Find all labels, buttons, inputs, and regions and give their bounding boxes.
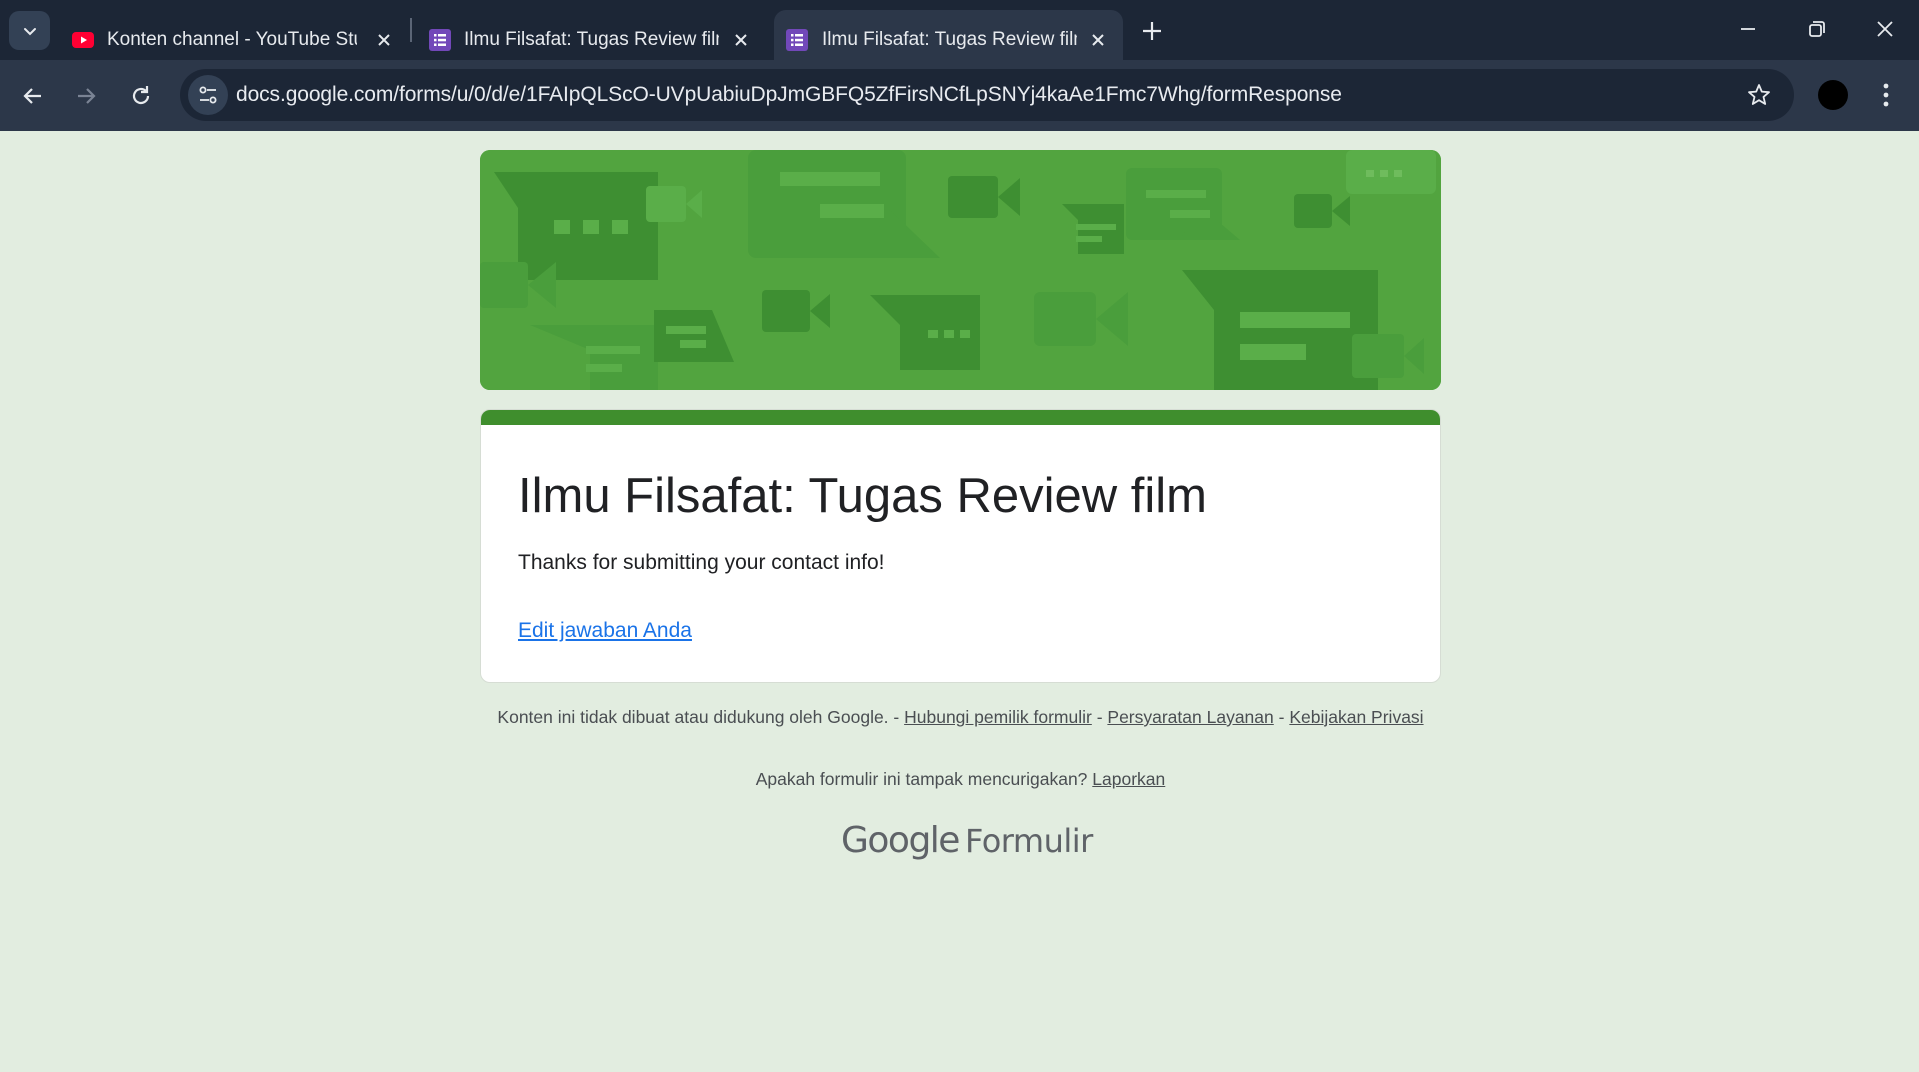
close-icon[interactable] xyxy=(730,29,752,51)
form-footer: Konten ini tidak dibuat atau didukung ol… xyxy=(480,706,1441,728)
url-text[interactable]: docs.google.com/forms/u/0/d/e/1FAIpQLScO… xyxy=(236,83,1342,107)
separator: - xyxy=(1273,707,1290,727)
forward-arrow-icon[interactable] xyxy=(72,82,100,110)
form-header-banner xyxy=(480,150,1441,390)
close-window-icon[interactable] xyxy=(1872,16,1898,42)
tune-icon xyxy=(199,86,217,104)
report-line: Apakah formulir ini tampak mencurigakan?… xyxy=(480,769,1441,790)
tab-title: Konten channel - YouTube Stud xyxy=(107,29,357,50)
google-wordmark: Google xyxy=(841,820,960,861)
reload-icon[interactable] xyxy=(127,82,155,110)
bookmark-star-icon[interactable] xyxy=(1746,82,1772,108)
separator: - xyxy=(1091,707,1108,727)
site-info-button[interactable] xyxy=(188,75,228,115)
report-link[interactable]: Laporkan xyxy=(1092,769,1165,789)
youtube-icon xyxy=(72,32,94,48)
google-forms-icon xyxy=(786,29,808,51)
card-accent-bar xyxy=(481,410,1440,425)
formulir-wordmark: Formulir xyxy=(964,822,1093,860)
contact-owner-link[interactable]: Hubungi pemilik formulir xyxy=(904,707,1092,727)
browser-toolbar: docs.google.com/forms/u/0/d/e/1FAIpQLScO… xyxy=(0,60,1919,131)
tab-title: Ilmu Filsafat: Tugas Review film xyxy=(464,29,719,50)
confirmation-message: Thanks for submitting your contact info! xyxy=(518,551,885,574)
address-bar[interactable]: docs.google.com/forms/u/0/d/e/1FAIpQLScO… xyxy=(180,69,1794,121)
google-forms-logo[interactable]: Google Formulir xyxy=(841,820,1093,864)
tab-search-button[interactable] xyxy=(9,11,50,50)
tab-divider xyxy=(410,18,412,42)
edit-response-link[interactable]: Edit jawaban Anda xyxy=(518,619,692,643)
chevron-down-icon xyxy=(23,27,36,35)
chat-video-pattern-illustration xyxy=(480,150,1441,390)
tab-youtube-studio[interactable]: Konten channel - YouTube Stud xyxy=(72,10,402,60)
confirmation-card: Ilmu Filsafat: Tugas Review film Thanks … xyxy=(480,409,1441,683)
tab-forms-1[interactable]: Ilmu Filsafat: Tugas Review film xyxy=(429,10,759,60)
close-icon[interactable] xyxy=(373,29,395,51)
tab-title: Ilmu Filsafat: Tugas Review film xyxy=(822,29,1077,50)
terms-link[interactable]: Persyaratan Layanan xyxy=(1107,707,1273,727)
tab-strip: Konten channel - YouTube Stud Ilmu Filsa… xyxy=(0,0,1919,60)
profile-avatar[interactable] xyxy=(1818,80,1848,110)
tab-forms-2-active[interactable]: Ilmu Filsafat: Tugas Review film xyxy=(774,10,1123,60)
google-forms-icon xyxy=(429,29,451,51)
more-options-icon[interactable] xyxy=(1876,80,1896,110)
close-icon[interactable] xyxy=(1087,29,1109,51)
back-arrow-icon[interactable] xyxy=(19,82,47,110)
disclaimer-text: Konten ini tidak dibuat atau didukung ol… xyxy=(497,707,905,727)
suspicious-text: Apakah formulir ini tampak mencurigakan? xyxy=(755,769,1093,789)
form-title: Ilmu Filsafat: Tugas Review film xyxy=(518,469,1207,523)
privacy-link[interactable]: Kebijakan Privasi xyxy=(1289,707,1423,727)
restore-icon[interactable] xyxy=(1804,16,1830,42)
minimize-icon[interactable] xyxy=(1735,16,1761,42)
new-tab-plus-icon[interactable] xyxy=(1139,18,1165,44)
